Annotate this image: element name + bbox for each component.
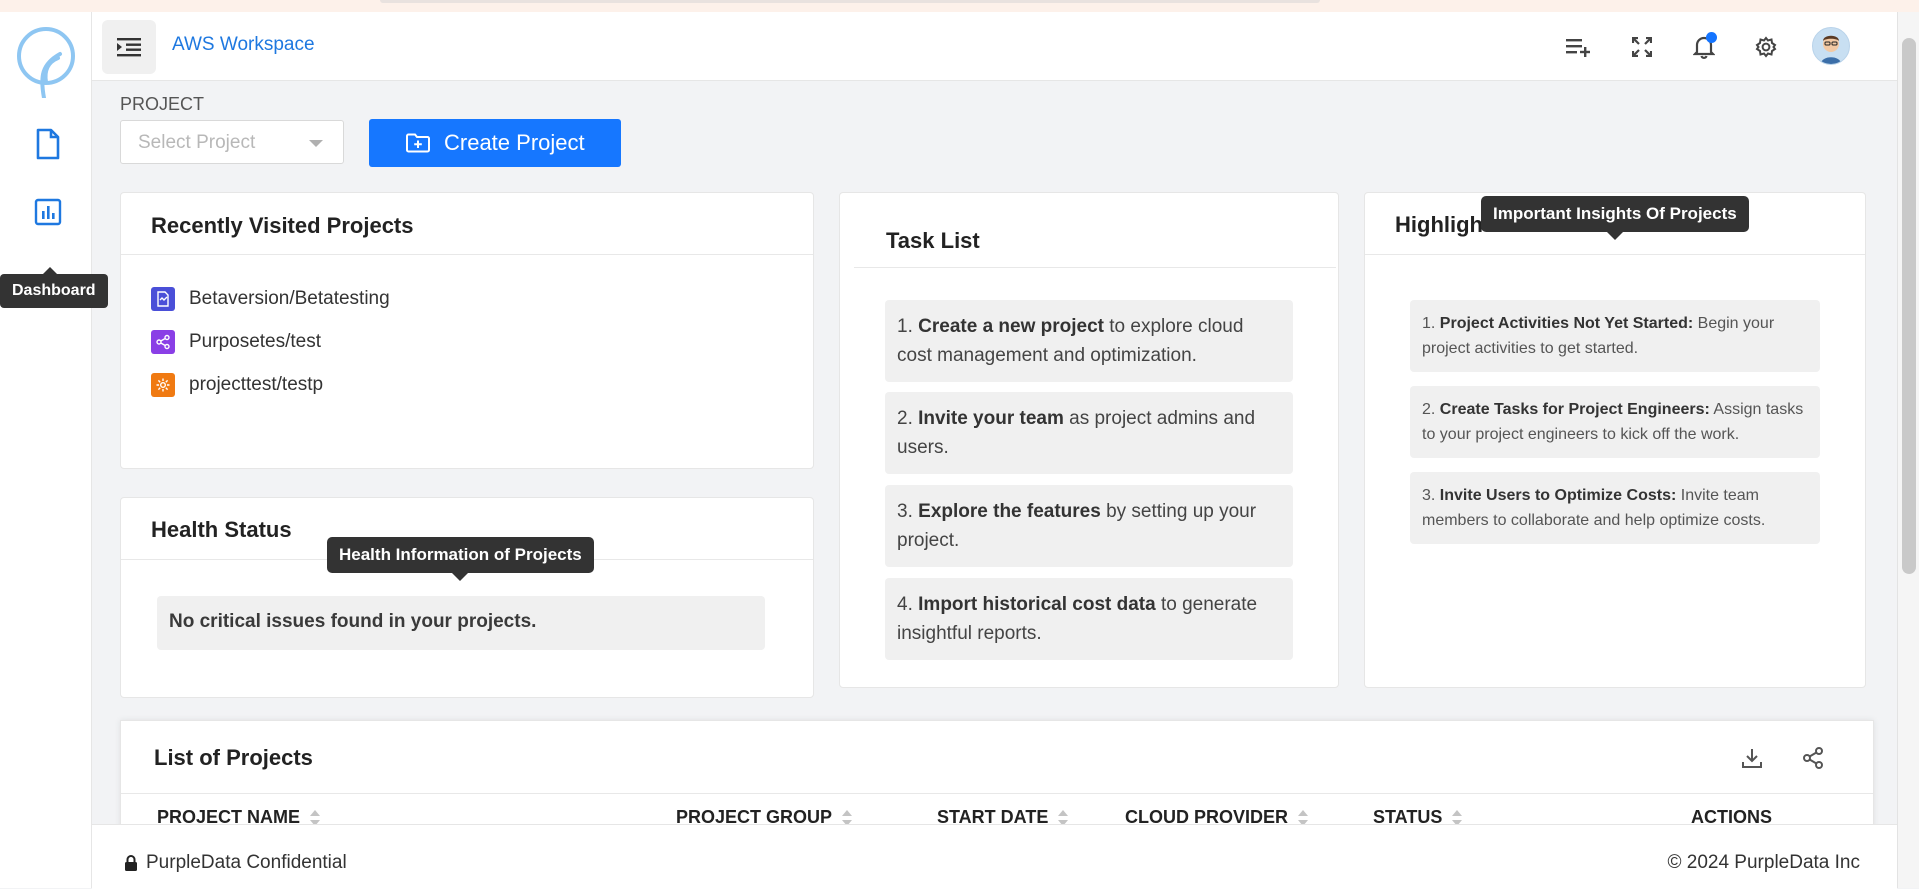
recent-project-label: Purposetes/test	[189, 331, 322, 352]
gear-badge-icon	[151, 373, 175, 397]
menu-toggle-button[interactable]	[102, 20, 156, 74]
notification-bell-icon[interactable]	[1687, 30, 1721, 64]
recent-project-item[interactable]: Purposetes/test	[151, 330, 321, 354]
task-item[interactable]: 4. Import historical cost data to genera…	[885, 578, 1293, 660]
settings-gear-icon[interactable]	[1749, 30, 1783, 64]
menu-indent-icon	[117, 38, 141, 57]
divider	[121, 793, 1873, 794]
caret-down-icon	[309, 140, 323, 147]
recent-project-label: projecttest/testp	[189, 374, 324, 395]
divider	[1365, 254, 1865, 255]
highlight-item: 2. Create Tasks for Project Engineers: A…	[1410, 386, 1820, 458]
divider	[854, 267, 1336, 268]
task-list-title: Task List	[886, 228, 980, 253]
health-status-card: Health Status No critical issues found i…	[120, 497, 814, 698]
app-logo[interactable]	[16, 26, 76, 100]
share-icon[interactable]	[1796, 741, 1830, 775]
fullscreen-icon[interactable]	[1625, 30, 1659, 64]
footer: PurpleData Confidential © 2024 PurpleDat…	[92, 824, 1897, 889]
task-item[interactable]: 2. Invite your team as project admins an…	[885, 392, 1293, 474]
divider	[121, 254, 813, 255]
dashboard-chart-icon[interactable]	[28, 192, 68, 232]
health-info-tooltip: Health Information of Projects	[327, 537, 594, 581]
highlight-item: 3. Invite Users to Optimize Costs: Invit…	[1410, 472, 1820, 544]
document-chart-icon	[151, 287, 175, 311]
notification-dot	[1706, 32, 1717, 43]
highlights-tooltip: Important Insights Of Projects	[1481, 196, 1749, 240]
project-label: PROJECT	[120, 94, 205, 114]
workspace-title[interactable]: AWS Workspace	[172, 34, 315, 56]
lock-icon	[125, 855, 137, 871]
recent-projects-title: Recently Visited Projects	[151, 213, 414, 238]
health-message: No critical issues found in your project…	[157, 596, 765, 650]
highlight-item: 1. Project Activities Not Yet Started: B…	[1410, 300, 1820, 372]
share-nodes-icon	[151, 330, 175, 354]
footer-confidential: PurpleData Confidential	[124, 852, 347, 874]
folder-add-icon	[406, 133, 430, 153]
document-icon[interactable]	[28, 124, 68, 164]
page-scrollbar[interactable]	[1897, 12, 1919, 888]
health-tooltip-text: Health Information of Projects	[339, 545, 582, 564]
recent-projects-card: Recently Visited Projects Betaversion/Be…	[120, 192, 814, 469]
create-project-label: Create Project	[444, 130, 585, 155]
footer-copyright: © 2024 PurpleData Inc	[1667, 852, 1860, 873]
task-list-card: Task List 1. Create a new project to exp…	[839, 192, 1339, 688]
user-avatar[interactable]	[1812, 27, 1850, 65]
scrollbar-thumb[interactable]	[1902, 38, 1916, 574]
task-item[interactable]: 1. Create a new project to explore cloud…	[885, 300, 1293, 382]
dashboard-tooltip: Dashboard	[0, 267, 108, 308]
sidebar: Dashboard	[0, 12, 108, 888]
recent-project-label: Betaversion/Betatesting	[189, 288, 390, 309]
recent-project-item[interactable]: projecttest/testp	[151, 373, 323, 397]
top-header: AWS Workspace	[92, 12, 1897, 81]
create-project-button[interactable]: Create Project	[369, 119, 621, 167]
download-icon[interactable]	[1735, 741, 1769, 775]
health-status-title: Health Status	[151, 517, 292, 542]
project-select-placeholder: Select Project	[138, 132, 256, 153]
highlights-tooltip-text: Important Insights Of Projects	[1493, 204, 1737, 223]
add-to-list-icon[interactable]	[1562, 30, 1596, 64]
projects-list-title: List of Projects	[154, 745, 313, 770]
highlights-card: Highlights 1. Project Activities Not Yet…	[1364, 192, 1866, 688]
recent-project-item[interactable]: Betaversion/Betatesting	[151, 287, 390, 311]
task-item[interactable]: 3. Explore the features by setting up yo…	[885, 485, 1293, 567]
project-select[interactable]: Select Project	[120, 120, 344, 164]
